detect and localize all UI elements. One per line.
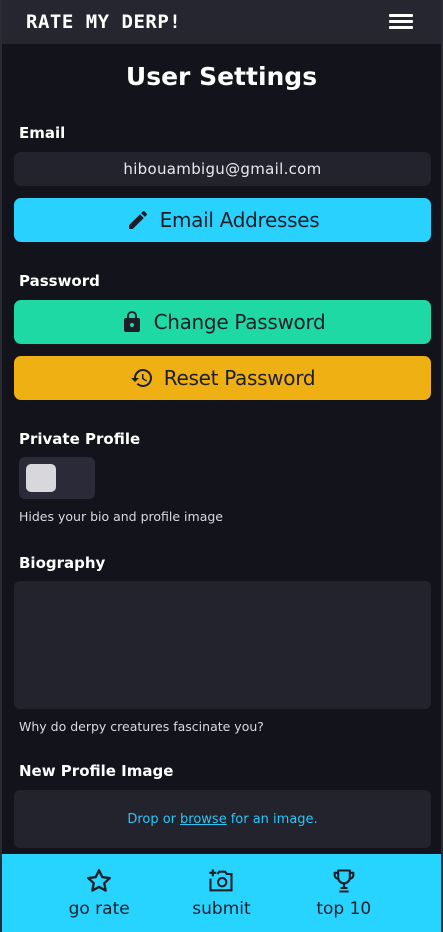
- reset-password-label: Reset Password: [163, 366, 316, 390]
- change-password-button[interactable]: Change Password: [14, 300, 431, 344]
- nav-top-10[interactable]: top 10: [289, 867, 399, 919]
- email-addresses-button[interactable]: Email Addresses: [14, 198, 431, 242]
- private-profile-hint: Hides your bio and profile image: [19, 509, 223, 524]
- camera-plus-icon: [209, 869, 234, 892]
- nav-submit[interactable]: submit: [166, 867, 276, 919]
- biography-label: Biography: [19, 554, 106, 572]
- private-profile-label: Private Profile: [19, 430, 141, 448]
- dropzone-suffix: for an image.: [230, 811, 318, 827]
- browse-link[interactable]: browse: [180, 812, 227, 827]
- image-dropzone[interactable]: Drop or browse for an image.: [14, 790, 431, 848]
- nav-go-rate-label: go rate: [68, 899, 130, 919]
- password-label: Password: [19, 272, 100, 290]
- profile-image-label: New Profile Image: [19, 762, 174, 780]
- bottom-nav: go rate submit top 10: [0, 854, 443, 932]
- biography-input[interactable]: [14, 581, 431, 709]
- lock-icon: [123, 311, 140, 332]
- nav-top-10-label: top 10: [316, 899, 372, 919]
- biography-hint: Why do derpy creatures fascinate you?: [19, 719, 264, 734]
- top-bar: RATE MY DERP!: [0, 0, 443, 44]
- toggle-knob: [26, 464, 56, 492]
- app-logo[interactable]: RATE MY DERP!: [26, 11, 181, 33]
- history-icon: [130, 369, 152, 387]
- change-password-label: Change Password: [153, 310, 326, 334]
- nav-submit-label: submit: [192, 899, 251, 919]
- nav-go-rate[interactable]: go rate: [44, 867, 154, 919]
- pencil-icon: [128, 210, 147, 229]
- email-field: hibouambigu@gmail.com: [14, 152, 431, 186]
- email-addresses-label: Email Addresses: [159, 208, 320, 232]
- dropzone-prefix: Drop or: [127, 811, 177, 827]
- reset-password-button[interactable]: Reset Password: [14, 356, 431, 400]
- star-icon: [87, 869, 112, 892]
- hamburger-menu-icon[interactable]: [389, 13, 413, 31]
- email-label: Email: [19, 124, 66, 142]
- trophy-icon: [333, 869, 355, 893]
- page-title: User Settings: [125, 62, 318, 91]
- private-profile-toggle[interactable]: [19, 457, 95, 499]
